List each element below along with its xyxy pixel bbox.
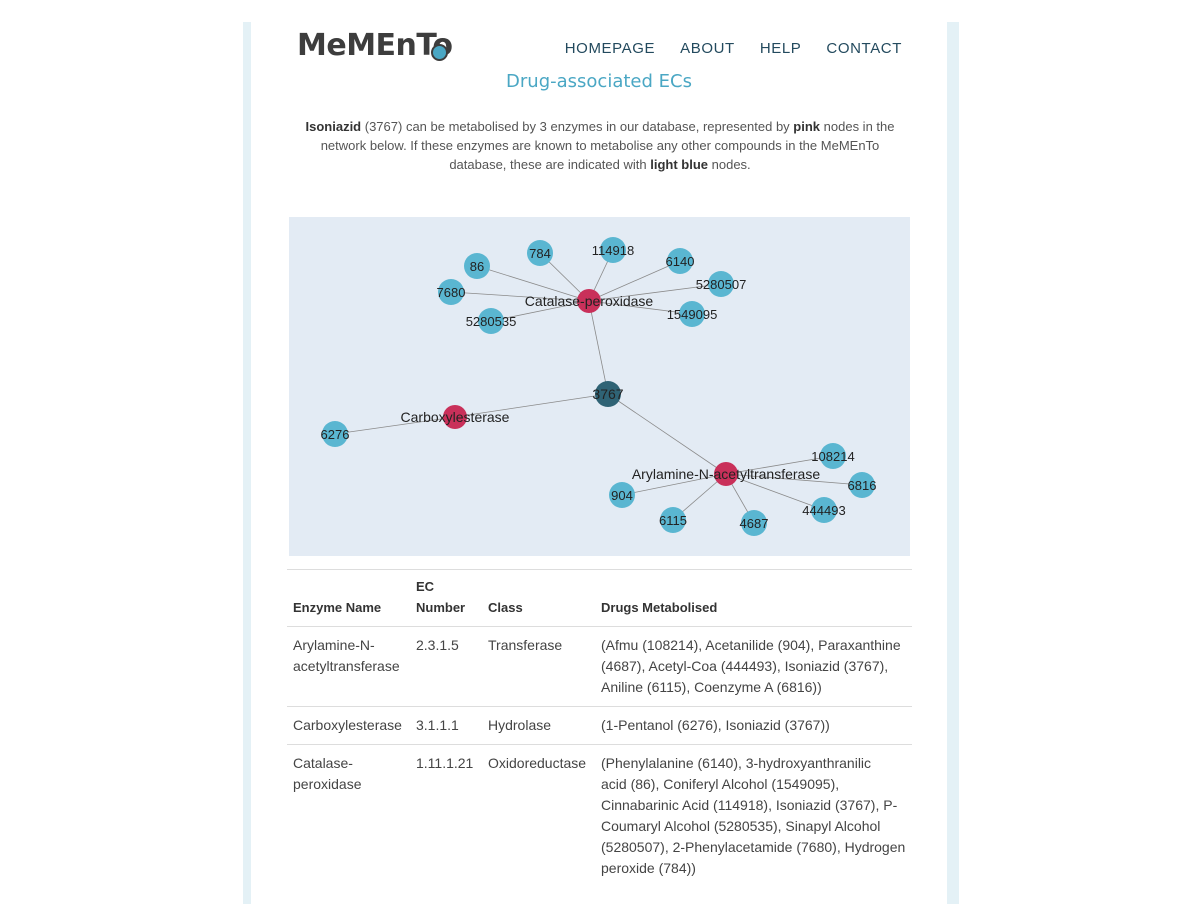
drug-id: (3767)	[364, 119, 403, 134]
nav-help[interactable]: HELP	[760, 40, 802, 57]
compound-label: 6816	[848, 478, 877, 493]
cell-drugs-metabolised-line: acid (86), Coniferyl Alcohol (1549095),	[601, 776, 840, 792]
compound-label: 5280507	[696, 277, 747, 292]
compound-label: 1549095	[667, 307, 718, 322]
light-blue-label: light blue	[650, 157, 709, 172]
network-edge	[588, 300, 609, 395]
compound-label: 7680	[437, 285, 466, 300]
cell-drugs-metabolised: (Afmu (108214), Acetanilide (904), Parax…	[595, 626, 912, 707]
table-row: Catalase-peroxidase 1.11.1.21 Oxidoreducta…	[287, 745, 912, 888]
header-drugs: Drugs Metabolised	[595, 569, 912, 627]
cell-drugs-metabolised-line: peroxide (784))	[601, 860, 696, 876]
cell-drugs-metabolised: (1-Pentanol (6276), Isoniazid (3767))	[595, 706, 912, 745]
compound-label: 4687	[740, 516, 769, 531]
logo-badge-icon	[431, 44, 448, 61]
cell-ec-number: 2.3.1.5	[410, 626, 482, 707]
cell-enzyme-name-line: acetyltransferase	[293, 658, 400, 674]
cell-enzyme-name-line: peroxidase	[293, 776, 362, 792]
query-drug-label: 3767	[592, 386, 623, 402]
header-ec-line1: EC	[416, 579, 435, 594]
network-edge	[607, 393, 727, 475]
header-ec-number: EC Number	[410, 569, 482, 627]
cell-enzyme-name: Carboxylesterase	[287, 706, 410, 745]
nav-contact[interactable]: CONTACT	[826, 40, 902, 57]
cell-ec-number: 3.1.1.1	[410, 706, 482, 745]
header-class: Class	[482, 569, 595, 627]
cell-enzyme-name-line: Arylamine-N-	[293, 637, 375, 653]
compound-label: 86	[470, 259, 484, 274]
cell-ec-number-line: 3.1.1.1	[416, 717, 459, 733]
cell-class-line: Hydrolase	[488, 717, 552, 733]
cell-class: Transferase	[482, 626, 595, 707]
cell-ec-number: 1.11.1.21	[410, 745, 482, 888]
nav-homepage[interactable]: HOMEPAGE	[565, 40, 655, 57]
compound-label: 114918	[592, 243, 634, 258]
compound-label: 108214	[811, 449, 854, 464]
network-graph[interactable]: 86 784 114918 6140 5280507 7680 5280535 1549095…	[289, 217, 910, 556]
drug-name: Isoniazid	[305, 119, 362, 134]
cell-drugs-metabolised-line: (Phenylalanine (6140), 3-hydroxyanthrani…	[601, 755, 872, 771]
cell-ec-number-line: 2.3.1.5	[416, 637, 459, 653]
cell-drugs-metabolised-line: (1-Pentanol (6276), Isoniazid (3767))	[601, 717, 830, 733]
compound-label: 784	[529, 246, 551, 261]
cell-ec-number-line: 1.11.1.21	[416, 755, 474, 771]
pink-label: pink	[793, 119, 821, 134]
cell-class-line: Transferase	[488, 637, 563, 653]
table-body: Arylamine-N-acetyltransferase 2.3.1.5 Tran…	[287, 626, 912, 888]
cell-drugs-metabolised: (Phenylalanine (6140), 3-hydroxyanthrani…	[595, 745, 912, 888]
cell-enzyme-name-line: Carboxylesterase	[293, 717, 402, 733]
header-enzyme-name: Enzyme Name	[287, 569, 410, 627]
compound-label: 6276	[321, 427, 350, 442]
enzyme-label: Carboxylesterase	[401, 409, 510, 425]
main-nav: HOMEPAGE ABOUT HELP CONTACT	[565, 40, 902, 57]
enzyme-label: Catalase-peroxidase	[525, 293, 654, 309]
cell-enzyme-name-line: Catalase-	[293, 755, 353, 771]
nav-about[interactable]: ABOUT	[680, 40, 735, 57]
compound-label: 904	[611, 488, 633, 503]
cell-enzyme-name: Arylamine-N-acetyltransferase	[287, 626, 410, 707]
cell-class: Hydrolase	[482, 706, 595, 745]
cell-drugs-metabolised-line: Coumaryl Alcohol (5280535), Sinapyl Alco…	[601, 818, 881, 834]
cell-drugs-metabolised-line: Aniline (6115), Coenzyme A (6816))	[601, 679, 822, 695]
cell-drugs-metabolised-line: (Afmu (108214), Acetanilide (904), Parax…	[601, 637, 901, 653]
table-row: Arylamine-N-acetyltransferase 2.3.1.5 Tran…	[287, 626, 912, 707]
cell-drugs-metabolised-line: (4687), Acetyl-Coa (444493), Isoniazid (…	[601, 658, 889, 674]
compound-label: 5280535	[466, 314, 517, 329]
table-row: Carboxylesterase 3.1.1.1 Hydrolase (1-Penta…	[287, 706, 912, 745]
cell-class-line: Oxidoreductase	[488, 755, 587, 771]
intro-text-1: can be metabolised by 3 enzymes in our d…	[402, 119, 794, 134]
cell-enzyme-name: Catalase-peroxidase	[287, 745, 410, 888]
cell-drugs-metabolised-line: (5280507), 2-Phenylacetamide (7680), Hyd…	[601, 839, 906, 855]
site-logo[interactable]: MeMEnTo	[297, 28, 453, 63]
compound-label: 6140	[666, 254, 695, 269]
intro-text-3: nodes.	[708, 157, 751, 172]
cell-class: Oxidoreductase	[482, 745, 595, 888]
header-ec-line2: Number	[416, 600, 466, 615]
network-svg[interactable]: 86 784 114918 61405280507 76805280535 1549095…	[289, 217, 910, 556]
compound-label: 444493	[802, 503, 845, 518]
table-header-row: Enzyme Name EC Number Class Drugs Metabol…	[287, 569, 912, 627]
compound-label: 6115	[659, 513, 687, 528]
cell-drugs-metabolised-line: Cinnabarinic Acid (114918), Isoniazid (3…	[601, 797, 898, 813]
page-title: Drug-associated ECs	[506, 71, 692, 92]
enzyme-label: Arylamine-N-acetyltransferase	[632, 466, 820, 482]
intro-paragraph: Isoniazid (3767) can be metabolised by 3…	[300, 117, 900, 174]
enzyme-table: Enzyme Name EC Number Class Drugs Metabol…	[287, 569, 912, 887]
